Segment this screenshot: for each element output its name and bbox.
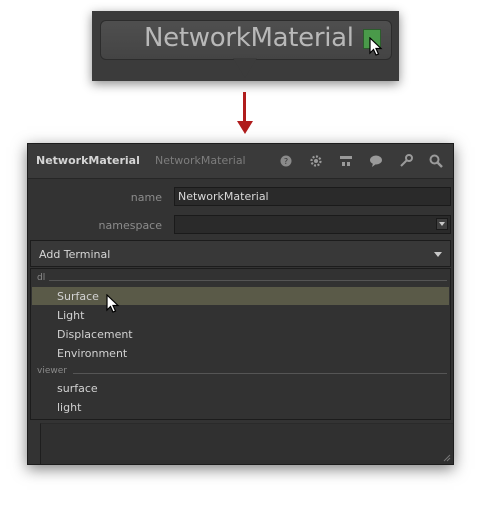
wrench-icon[interactable]: [398, 153, 414, 169]
mouse-cursor-icon: [369, 37, 383, 56]
name-value: NetworkMaterial: [178, 190, 269, 203]
gear-icon[interactable]: [308, 153, 324, 169]
panel-subtitle: NetworkMaterial: [155, 154, 246, 167]
add-terminal-label: Add Terminal: [39, 248, 111, 261]
menu-section-dl: dl: [37, 273, 46, 283]
flow-arrow-line: [243, 92, 246, 124]
node-title: NetworkMaterial: [144, 23, 354, 53]
namespace-dropdown-button[interactable]: [436, 218, 448, 230]
panel-header: NetworkMaterial NetworkMaterial ?: [28, 144, 453, 179]
menu-item-viewer-light[interactable]: light: [57, 401, 81, 414]
namespace-field[interactable]: [174, 215, 451, 234]
add-terminal-combo[interactable]: Add Terminal: [30, 240, 451, 267]
menu-item-environment[interactable]: Environment: [57, 347, 127, 360]
menu-item-surface[interactable]: Surface: [57, 290, 99, 303]
menu-divider: [49, 280, 447, 281]
menu-divider: [73, 373, 447, 374]
name-label: name: [130, 191, 162, 204]
chevron-down-icon: [434, 252, 442, 257]
chat-icon[interactable]: [368, 153, 384, 169]
name-field[interactable]: NetworkMaterial: [174, 187, 451, 206]
network-icon[interactable]: [338, 153, 354, 169]
namespace-label: namespace: [98, 219, 162, 232]
svg-text:?: ?: [284, 157, 288, 166]
menu-item-displacement[interactable]: Displacement: [57, 328, 133, 341]
mouse-cursor-icon: [106, 294, 120, 313]
search-icon[interactable]: [428, 153, 444, 169]
menu-section-viewer: viewer: [37, 366, 67, 376]
panel-title: NetworkMaterial: [36, 154, 140, 167]
help-icon[interactable]: ?: [278, 153, 294, 169]
terminal-menu: dl Surface Light Displacement Environmen…: [30, 268, 451, 420]
panel-empty-area: [40, 423, 453, 464]
resize-grip-icon[interactable]: [443, 454, 451, 462]
node-pointer: [233, 58, 257, 78]
menu-item-light[interactable]: Light: [57, 309, 84, 322]
flow-arrow-head: [237, 121, 253, 134]
parameters-panel: NetworkMaterial NetworkMaterial ? name N…: [27, 143, 454, 465]
menu-item-viewer-surface[interactable]: surface: [57, 382, 98, 395]
